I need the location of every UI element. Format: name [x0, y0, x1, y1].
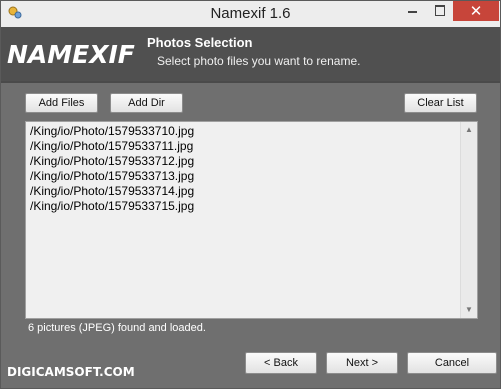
scroll-down-icon[interactable]: ▼	[461, 302, 477, 318]
close-button[interactable]: ✕	[453, 1, 499, 21]
app-window: Namexif 1.6 ✕ NAMEXIF Photos Selection S…	[0, 0, 501, 389]
list-item[interactable]: /King/io/Photo/1579533715.jpg	[30, 199, 459, 214]
add-files-button[interactable]: Add Files	[25, 93, 98, 113]
close-icon: ✕	[469, 2, 483, 20]
app-logo: NAMEXIF	[7, 40, 135, 69]
maximize-icon	[435, 5, 445, 16]
title-bar[interactable]: Namexif 1.6 ✕	[1, 1, 500, 27]
minimize-icon	[408, 11, 417, 13]
list-item[interactable]: /King/io/Photo/1579533711.jpg	[30, 139, 459, 154]
next-button[interactable]: Next >	[326, 352, 398, 374]
minimize-button[interactable]	[398, 1, 426, 21]
list-item[interactable]: /King/io/Photo/1579533713.jpg	[30, 169, 459, 184]
list-item[interactable]: /King/io/Photo/1579533710.jpg	[30, 124, 459, 139]
maximize-button[interactable]	[426, 1, 453, 21]
back-button[interactable]: < Back	[245, 352, 317, 374]
footer-brand: DIGICAMSOFT.COM	[7, 365, 135, 379]
vertical-scrollbar[interactable]: ▲ ▼	[460, 122, 477, 318]
list-item[interactable]: /King/io/Photo/1579533714.jpg	[30, 184, 459, 199]
clear-list-button[interactable]: Clear List	[404, 93, 477, 113]
section-title: Photos Selection	[147, 35, 253, 50]
file-list-box[interactable]: /King/io/Photo/1579533710.jpg /King/io/P…	[25, 121, 478, 319]
scroll-up-icon[interactable]: ▲	[461, 122, 477, 138]
list-item[interactable]: /King/io/Photo/1579533712.jpg	[30, 154, 459, 169]
cancel-button[interactable]: Cancel	[407, 352, 497, 374]
add-dir-button[interactable]: Add Dir	[110, 93, 183, 113]
file-list: /King/io/Photo/1579533710.jpg /King/io/P…	[30, 124, 459, 214]
status-text: 6 pictures (JPEG) found and loaded.	[28, 322, 206, 334]
header-divider	[1, 81, 500, 83]
wizard-header: NAMEXIF Photos Selection Select photo fi…	[1, 27, 500, 81]
section-subtitle: Select photo files you want to rename.	[157, 54, 361, 68]
